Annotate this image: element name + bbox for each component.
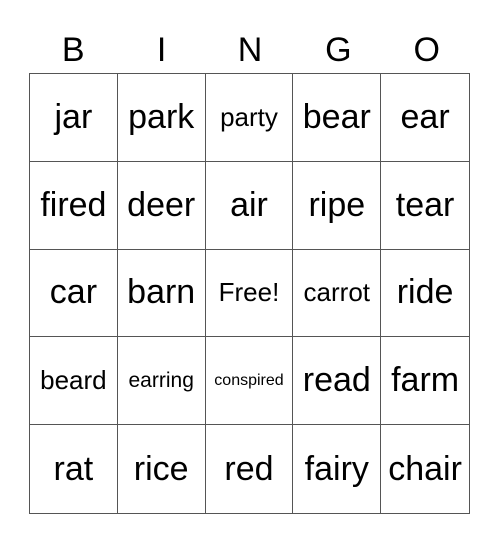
bingo-cell[interactable]: ride — [381, 250, 469, 338]
header-letter-n: N — [237, 31, 263, 69]
bingo-cell[interactable]: park — [117, 74, 206, 162]
bingo-cell[interactable]: bear — [293, 74, 382, 162]
header-letter-g: G — [325, 31, 352, 69]
bingo-cell[interactable]: rat — [30, 425, 118, 513]
free-space-cell[interactable]: Free! — [205, 249, 294, 338]
header-letter-o: O — [413, 31, 440, 69]
bingo-cell[interactable]: deer — [117, 161, 206, 250]
bingo-cell[interactable]: party — [205, 74, 294, 162]
bingo-cell[interactable]: car — [30, 249, 118, 338]
bingo-cell[interactable]: jar — [30, 74, 118, 162]
bingo-cell[interactable]: farm — [381, 337, 469, 426]
header-letter-b: B — [61, 31, 85, 69]
bingo-cell[interactable]: fired — [30, 161, 118, 250]
bingo-cell[interactable]: ear — [381, 74, 469, 162]
bingo-cell[interactable]: read — [293, 337, 382, 426]
bingo-cell[interactable]: earring — [117, 337, 206, 426]
bingo-cell[interactable]: rice — [118, 425, 206, 513]
bingo-card-grid: jar park party bear ear fired deer air ripe tear c… — [29, 73, 470, 514]
bingo-cell[interactable]: ripe — [293, 161, 382, 250]
bingo-cell[interactable]: air — [205, 161, 294, 250]
bingo-header: B I N G O — [29, 28, 471, 72]
bingo-cell[interactable]: red — [206, 425, 294, 513]
bingo-cell[interactable]: conspired — [205, 337, 294, 426]
header-letter-i: I — [156, 31, 167, 69]
bingo-cell[interactable]: carrot — [293, 249, 382, 338]
bingo-cell[interactable]: tear — [381, 162, 469, 250]
bingo-cell[interactable]: barn — [117, 249, 206, 338]
bingo-cell[interactable]: chair — [381, 425, 469, 513]
bingo-cell[interactable]: beard — [30, 337, 118, 426]
bingo-cell[interactable]: fairy — [293, 425, 382, 513]
